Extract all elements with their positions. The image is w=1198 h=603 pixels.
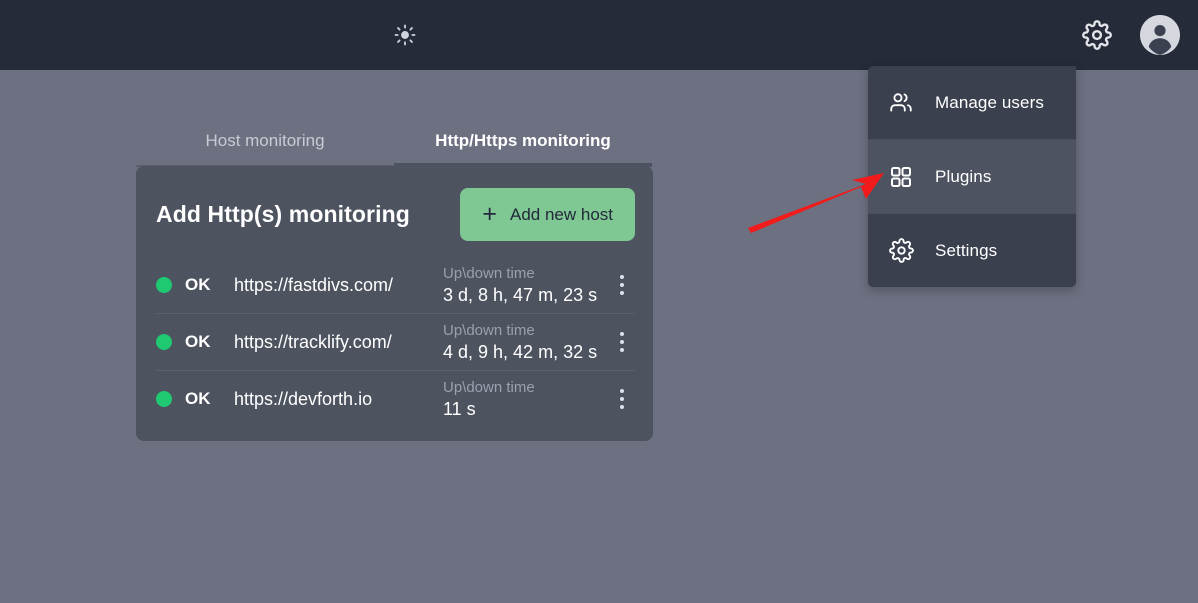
- gear-icon: [888, 238, 914, 264]
- plus-icon: +: [482, 200, 497, 228]
- uptime-block: Up\down time 3 d, 8 h, 47 m, 23 s: [443, 264, 609, 307]
- uptime-block: Up\down time 4 d, 9 h, 42 m, 32 s: [443, 321, 609, 364]
- status-badge: OK: [185, 332, 211, 351]
- host-list: OK https://fastdivs.com/ Up\down time 3 …: [136, 257, 653, 427]
- menu-item-label: Settings: [935, 240, 998, 260]
- http-monitoring-card: Add Http(s) monitoring + Add new host OK…: [136, 166, 653, 441]
- uptime-value: 3 d, 8 h, 47 m, 23 s: [443, 284, 598, 305]
- dot: [620, 332, 624, 336]
- settings-button[interactable]: [1080, 18, 1114, 52]
- tab-label: Host monitoring: [205, 131, 325, 150]
- card-header: Add Http(s) monitoring + Add new host: [136, 166, 653, 257]
- user-avatar-icon: [1140, 15, 1180, 55]
- table-row[interactable]: OK https://tracklify.com/ Up\down time 4…: [156, 314, 635, 371]
- dot: [620, 291, 624, 295]
- status-badge: OK: [185, 275, 211, 294]
- uptime-label: Up\down time: [443, 321, 535, 339]
- menu-item-label: Plugins: [935, 166, 992, 186]
- user-avatar-button[interactable]: [1140, 15, 1180, 55]
- row-menu-button[interactable]: [609, 384, 635, 414]
- top-bar: [0, 0, 1198, 70]
- card-title: Add Http(s) monitoring: [156, 201, 410, 227]
- dot: [620, 283, 624, 287]
- dot: [620, 389, 624, 393]
- host-url: https://tracklify.com/: [234, 331, 392, 352]
- grid-squares-icon: [888, 164, 914, 190]
- sun-icon: [394, 24, 416, 46]
- table-row[interactable]: OK https://fastdivs.com/ Up\down time 3 …: [156, 257, 635, 314]
- tab-http-https-monitoring[interactable]: Http/Https monitoring: [394, 131, 652, 167]
- row-menu-button[interactable]: [609, 327, 635, 357]
- monitoring-tabs: Host monitoring Http/Https monitoring: [136, 131, 652, 167]
- status-dot-icon: [156, 334, 172, 350]
- status-dot-icon: [156, 277, 172, 293]
- menu-item-plugins[interactable]: Plugins: [868, 140, 1076, 213]
- menu-item-label: Manage users: [935, 92, 1044, 112]
- dot: [620, 348, 624, 352]
- uptime-label: Up\down time: [443, 264, 535, 282]
- dot: [620, 405, 624, 409]
- status-badge: OK: [185, 389, 211, 408]
- add-new-host-button[interactable]: + Add new host: [460, 188, 635, 241]
- tab-host-monitoring[interactable]: Host monitoring: [136, 131, 394, 167]
- host-url: https://devforth.io: [234, 388, 373, 409]
- gear-icon: [1082, 20, 1112, 50]
- top-bar-actions: [1080, 0, 1180, 70]
- tab-label: Http/Https monitoring: [435, 131, 611, 150]
- host-url: https://fastdivs.com/: [234, 274, 394, 295]
- menu-item-settings[interactable]: Settings: [868, 214, 1076, 287]
- uptime-label: Up\down time: [443, 378, 535, 396]
- theme-toggle-button[interactable]: [388, 18, 422, 52]
- add-new-host-label: Add new host: [509, 204, 613, 224]
- dot: [620, 397, 624, 401]
- uptime-value: 4 d, 9 h, 42 m, 32 s: [443, 341, 598, 362]
- menu-item-manage-users[interactable]: Manage users: [868, 66, 1076, 139]
- table-row[interactable]: OK https://devforth.io Up\down time 11 s: [156, 371, 635, 427]
- dot: [620, 340, 624, 344]
- dot: [620, 275, 624, 279]
- row-menu-button[interactable]: [609, 270, 635, 300]
- users-icon: [888, 90, 914, 116]
- uptime-value: 11 s: [443, 398, 476, 419]
- status-dot-icon: [156, 391, 172, 407]
- uptime-block: Up\down time 11 s: [443, 378, 609, 421]
- account-dropdown-menu: Manage users Plugins Settings: [868, 66, 1076, 287]
